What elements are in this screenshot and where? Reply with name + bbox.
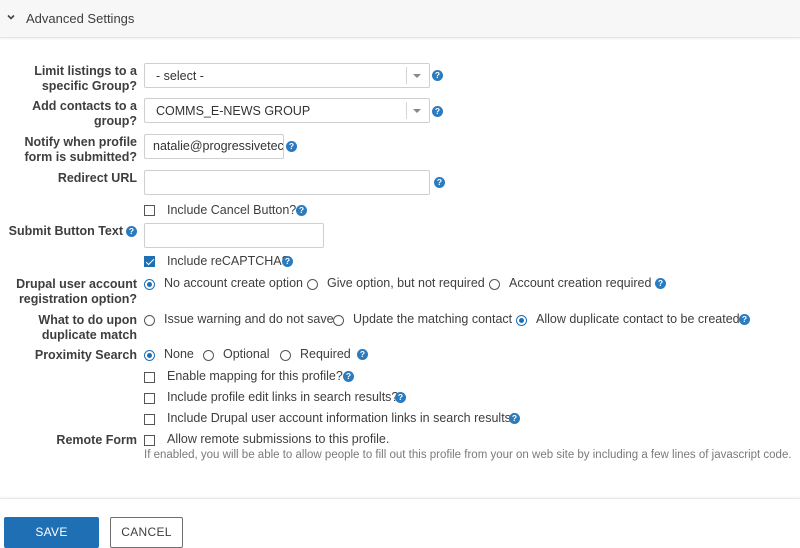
select-separator (406, 102, 407, 119)
help-icon[interactable]: ? (432, 70, 443, 81)
radio-proximity-optional[interactable] (203, 350, 214, 361)
radio-update-contact-label: Update the matching contact (353, 312, 513, 326)
radio-allow-duplicate[interactable] (516, 315, 527, 326)
recaptcha-label: Include reCAPTCHA? (167, 254, 289, 268)
help-icon[interactable]: ? (282, 256, 293, 267)
enable-mapping-label: Enable mapping for this profile? (167, 369, 343, 383)
radio-allow-duplicate-label: Allow duplicate contact to be created (536, 312, 740, 326)
radio-account-required-label: Account creation required (509, 276, 652, 290)
add-contacts-label: Add contacts to a group? (32, 99, 137, 128)
drupal-links-checkbox[interactable] (144, 414, 155, 425)
help-icon[interactable]: ? (343, 371, 354, 382)
section-title: Advanced Settings (26, 11, 135, 26)
recaptcha-checkbox[interactable] (144, 256, 155, 267)
radio-proximity-none-label: None (164, 347, 194, 361)
help-icon[interactable]: ? (357, 349, 368, 360)
radio-proximity-required-label: Required (300, 347, 351, 361)
radio-give-option-label: Give option, but not required (327, 276, 485, 290)
remote-form-checkbox-label: Allow remote submissions to this profile… (167, 432, 390, 446)
help-icon[interactable]: ? (739, 314, 750, 325)
enable-mapping-checkbox[interactable] (144, 372, 155, 383)
redirect-url-input[interactable] (144, 170, 430, 195)
help-icon[interactable]: ? (434, 177, 445, 188)
save-button[interactable]: SAVE (4, 517, 99, 548)
notify-email-input[interactable]: natalie@progressivetech (144, 134, 284, 159)
help-icon[interactable]: ? (655, 278, 666, 289)
proximity-search-label: Proximity Search (34, 348, 137, 362)
radio-give-option[interactable] (307, 279, 318, 290)
radio-account-required[interactable] (489, 279, 500, 290)
radio-issue-warning-label: Issue warning and do not save (164, 312, 334, 326)
radio-update-contact[interactable] (333, 315, 344, 326)
help-icon[interactable]: ? (509, 413, 520, 424)
radio-issue-warning[interactable] (144, 315, 155, 326)
radio-no-account[interactable] (144, 279, 155, 290)
dropdown-arrow-icon (413, 109, 421, 113)
submit-text-input[interactable] (144, 223, 324, 248)
edit-links-checkbox[interactable] (144, 393, 155, 404)
advanced-settings-header[interactable]: Advanced Settings (0, 0, 800, 38)
radio-proximity-none[interactable] (144, 350, 155, 361)
redirect-url-label: Redirect URL (57, 171, 137, 185)
help-icon[interactable]: ? (126, 226, 137, 237)
drupal-registration-label: Drupal user account registration option? (16, 277, 137, 306)
radio-proximity-optional-label: Optional (223, 347, 270, 361)
select-separator (406, 67, 407, 84)
edit-links-label: Include profile edit links in search res… (167, 390, 399, 404)
limit-group-label: Limit listings to a specific Group? (34, 64, 137, 93)
help-icon[interactable]: ? (296, 205, 307, 216)
remote-form-checkbox[interactable] (144, 435, 155, 446)
limit-group-select[interactable]: - select - (144, 63, 430, 88)
chevron-down-icon (7, 14, 15, 20)
cancel-button[interactable]: CANCEL (110, 517, 183, 548)
dropdown-arrow-icon (413, 74, 421, 78)
include-cancel-checkbox[interactable] (144, 205, 155, 216)
help-icon[interactable]: ? (286, 141, 297, 152)
include-cancel-label: Include Cancel Button? (167, 203, 297, 217)
radio-proximity-required[interactable] (280, 350, 291, 361)
help-icon[interactable]: ? (432, 106, 443, 117)
drupal-links-label: Include Drupal user account information … (167, 411, 518, 425)
radio-no-account-label: No account create option (164, 276, 303, 290)
form-footer: SAVE CANCEL (0, 498, 800, 548)
help-icon[interactable]: ? (395, 392, 406, 403)
add-contacts-value: COMMS_E-NEWS GROUP (156, 104, 311, 118)
limit-group-value: - select - (156, 69, 204, 83)
duplicate-match-label: What to do upon duplicate match (38, 313, 137, 342)
remote-form-description: If enabled, you will be able to allow pe… (144, 449, 792, 461)
submit-text-label: Submit Button Text? (0, 224, 137, 239)
add-contacts-select[interactable]: COMMS_E-NEWS GROUP (144, 98, 430, 123)
remote-form-label: Remote Form (56, 433, 137, 447)
notify-label: Notify when profile form is submitted? (24, 135, 137, 164)
